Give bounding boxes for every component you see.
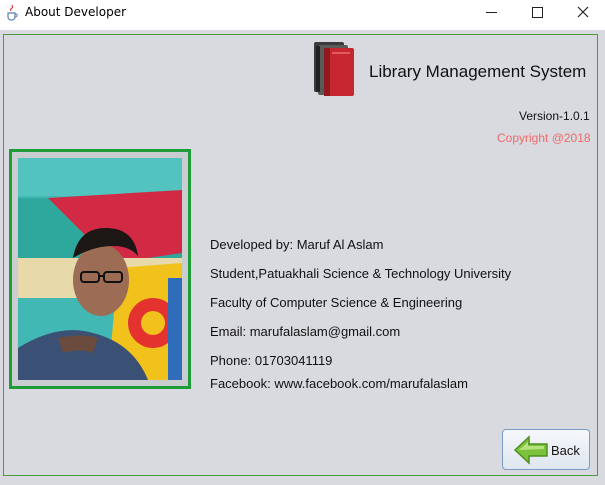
developer-photo-frame	[9, 149, 191, 389]
developer-name: Developed by: Maruf Al Aslam	[210, 237, 384, 252]
back-button[interactable]: Back	[502, 429, 590, 470]
developer-phone: Phone: 01703041119	[210, 353, 333, 368]
copyright-label: Copyright @2018	[497, 131, 591, 145]
developer-faculty: Faculty of Computer Science & Engineerin…	[210, 295, 463, 310]
maximize-button[interactable]	[514, 0, 560, 24]
arrow-left-icon	[513, 435, 548, 465]
developer-photo	[18, 158, 182, 380]
close-icon	[577, 6, 589, 18]
java-cup-icon	[5, 5, 19, 21]
books-icon	[314, 42, 354, 96]
title-bar: About Developer	[0, 0, 605, 30]
developer-student: Student,Patuakhali Science & Technology …	[210, 266, 512, 281]
back-label: Back	[551, 443, 580, 458]
version-label: Version-1.0.1	[519, 109, 590, 123]
app-title: Library Management System	[369, 62, 587, 81]
developer-facebook: Facebook: www.facebook.com/marufalaslam	[210, 376, 468, 391]
maximize-icon	[531, 6, 543, 18]
developer-email: Email: marufalaslam@gmail.com	[210, 324, 401, 339]
close-button[interactable]	[560, 0, 605, 24]
minimize-icon	[485, 11, 497, 13]
minimize-button[interactable]	[468, 0, 514, 24]
window-title: About Developer	[25, 5, 127, 19]
